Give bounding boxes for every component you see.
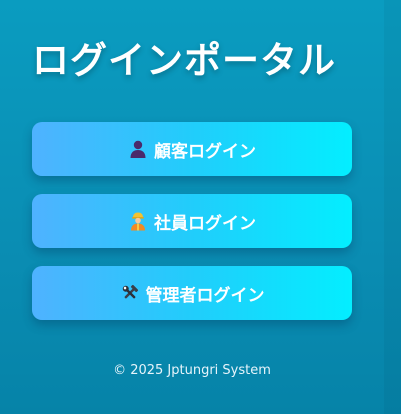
tools-icon bbox=[120, 283, 140, 303]
admin-login-label: 管理者ログイン bbox=[145, 285, 265, 306]
customer-login-button[interactable]: 顧客ログイン bbox=[32, 122, 352, 176]
admin-login-button[interactable]: 管理者ログイン bbox=[32, 266, 352, 320]
window-edge bbox=[384, 0, 401, 414]
customer-login-label: 顧客ログイン bbox=[154, 141, 256, 162]
customer-person-icon bbox=[128, 139, 148, 159]
worker-person-icon bbox=[128, 211, 148, 231]
page-title: ログインポータル bbox=[32, 39, 336, 82]
copyright-footer: © 2025 Jptungri System bbox=[113, 363, 271, 378]
employee-login-label: 社員ログイン bbox=[154, 213, 256, 234]
employee-login-button[interactable]: 社員ログイン bbox=[32, 194, 352, 248]
